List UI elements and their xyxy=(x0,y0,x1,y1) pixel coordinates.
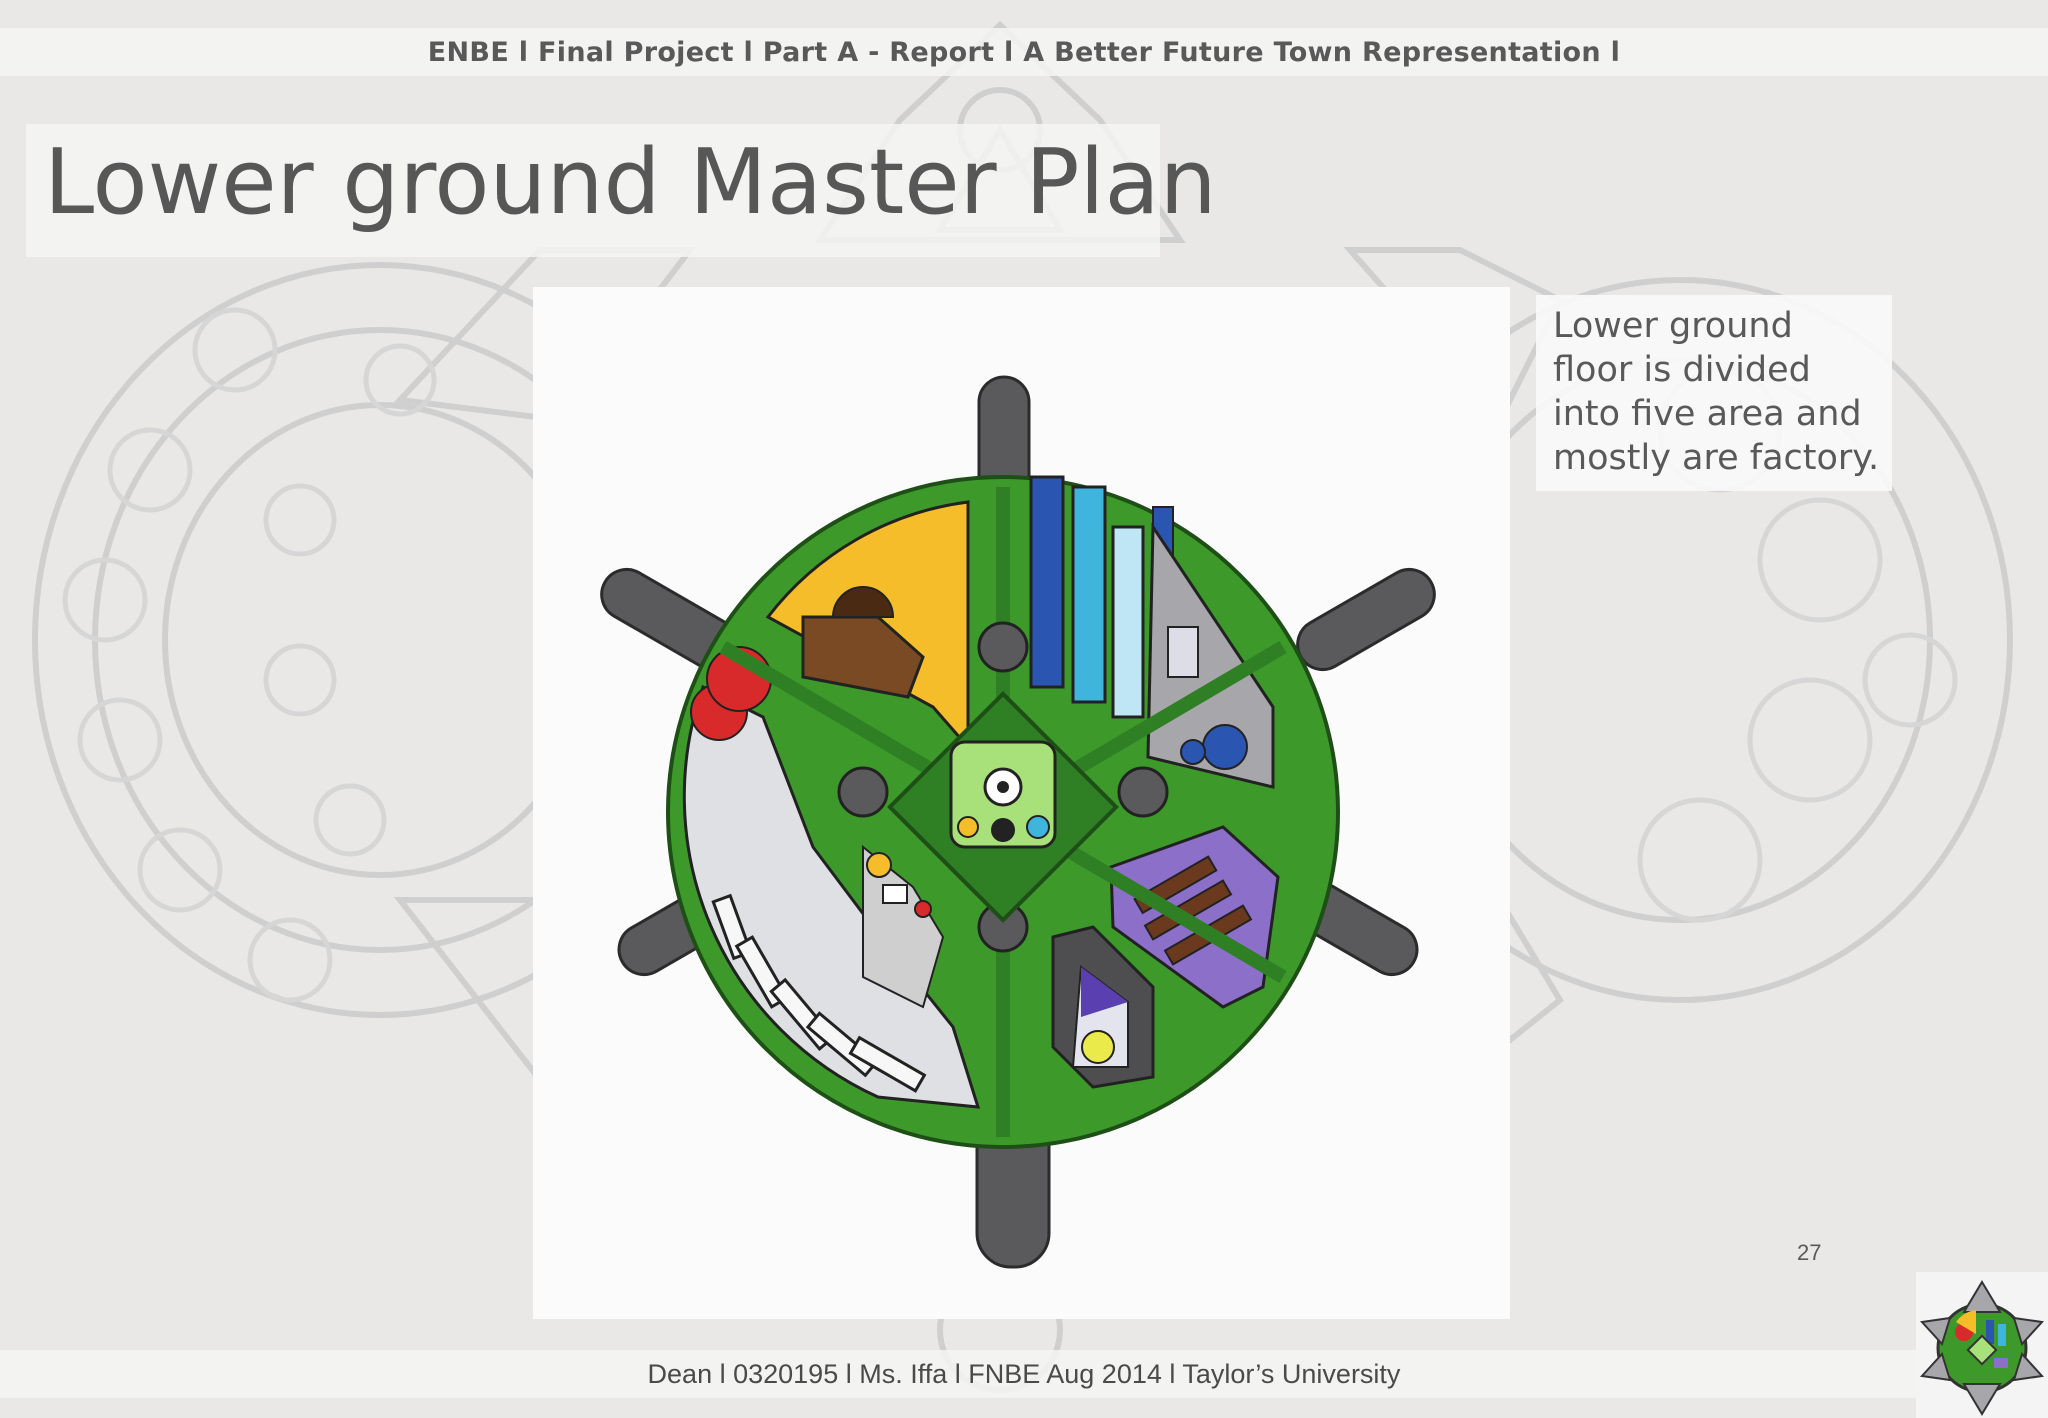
master-plan-drawing xyxy=(600,375,1436,1269)
light-blue-stripe xyxy=(1111,525,1145,719)
blue-stripe xyxy=(1029,475,1065,689)
page-number: 27 xyxy=(1797,1240,1822,1265)
master-plan-image xyxy=(533,287,1510,1319)
description-box: Lower ground floor is divided into five … xyxy=(1536,295,1892,491)
cyan-stripe xyxy=(1071,485,1107,704)
pillar-northeast xyxy=(1296,568,1436,671)
header-bar: ENBE l Final Project l Part A - Report l… xyxy=(0,28,2048,76)
title-box: Lower ground Master Plan xyxy=(26,124,1217,257)
footer-bar: Dean l 0320195 l Ms. Iffa l FNBE Aug 201… xyxy=(0,1350,2048,1398)
page-title: Lower ground Master Plan xyxy=(44,130,1217,235)
town-plan-logo-icon xyxy=(1916,1272,2048,1418)
description-text: Lower ground floor is divided into five … xyxy=(1553,306,1880,478)
header-text: ENBE l Final Project l Part A - Report l… xyxy=(427,36,1621,68)
footer-text: Dean l 0320195 l Ms. Iffa l FNBE Aug 201… xyxy=(647,1358,1401,1389)
